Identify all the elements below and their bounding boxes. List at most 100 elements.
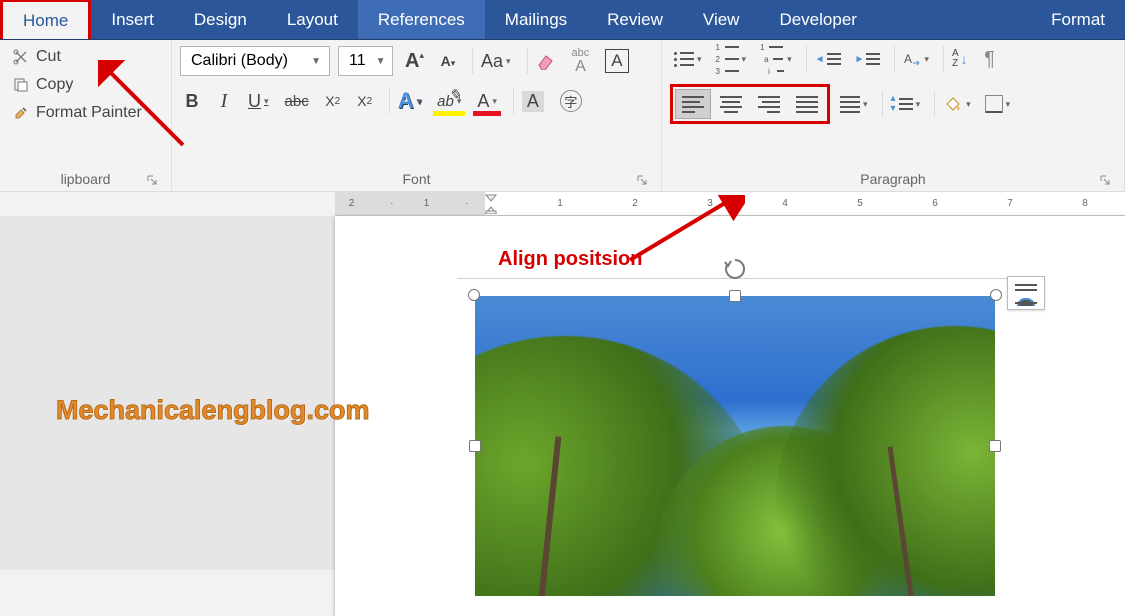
change-case-icon: Aa bbox=[481, 51, 503, 72]
font-launcher-icon[interactable] bbox=[635, 173, 649, 187]
ribbon-tab-strip: Home Insert Design Layout References Mai… bbox=[0, 0, 1125, 40]
resize-handle-t[interactable] bbox=[729, 290, 741, 302]
multilevel-icon: 1 a i bbox=[760, 43, 784, 76]
ruler-5: 5 bbox=[857, 198, 863, 209]
borders-button[interactable] bbox=[981, 91, 1015, 117]
underline-button[interactable]: U bbox=[244, 88, 273, 114]
distributed-icon bbox=[840, 96, 860, 113]
justify-icon bbox=[796, 96, 818, 113]
increase-indent-icon: ► bbox=[855, 53, 881, 65]
align-left-button[interactable] bbox=[675, 89, 711, 119]
line-spacing-button[interactable]: ▴▾ bbox=[882, 91, 925, 117]
page[interactable] bbox=[335, 216, 1125, 616]
bold-button[interactable]: B bbox=[180, 88, 204, 114]
grow-font-button[interactable]: A▴ bbox=[401, 48, 428, 74]
copy-button[interactable]: Copy bbox=[8, 74, 163, 96]
ruler-7: 7 bbox=[1007, 198, 1013, 209]
paintbrush-icon bbox=[12, 104, 30, 122]
resize-handle-r[interactable] bbox=[989, 440, 1001, 452]
tab-references[interactable]: References bbox=[358, 0, 485, 39]
show-marks-button[interactable]: ¶ bbox=[978, 46, 1002, 72]
bullets-button[interactable] bbox=[670, 46, 706, 72]
font-name-combo[interactable]: Calibri (Body) ▼ bbox=[180, 46, 330, 76]
italic-button[interactable]: I bbox=[212, 88, 236, 114]
grow-font-icon: A bbox=[405, 50, 419, 73]
enclose-characters-button[interactable]: 字 bbox=[556, 88, 586, 114]
align-center-button[interactable] bbox=[713, 89, 749, 119]
font-group-label: Font bbox=[180, 169, 653, 189]
resize-handle-tr[interactable] bbox=[990, 289, 1002, 301]
resize-handle-tl[interactable] bbox=[468, 289, 480, 301]
sort-button[interactable]: AZ ↓ bbox=[943, 46, 972, 72]
tab-developer[interactable]: Developer bbox=[759, 0, 877, 39]
text-effects-button[interactable]: A bbox=[389, 88, 425, 114]
resize-handle-l[interactable] bbox=[469, 440, 481, 452]
group-font: Calibri (Body) ▼ 11 ▼ A▴ A▾ Aa abcA bbox=[172, 40, 662, 191]
tab-home[interactable]: Home bbox=[0, 0, 91, 39]
align-right-button[interactable] bbox=[751, 89, 787, 119]
font-size-combo[interactable]: 11 ▼ bbox=[338, 46, 393, 76]
shading-icon: A bbox=[522, 91, 544, 112]
decrease-indent-button[interactable]: ◄ bbox=[806, 46, 845, 72]
paragraph-launcher-icon[interactable] bbox=[1098, 173, 1112, 187]
enclose-icon: 字 bbox=[560, 90, 582, 112]
tab-format[interactable]: Format bbox=[1031, 0, 1125, 39]
ribbon-body: Cut Copy Format Painter lipboard bbox=[0, 40, 1125, 192]
numbering-button[interactable]: 1 2 3 bbox=[712, 46, 751, 72]
cut-button[interactable]: Cut bbox=[8, 46, 163, 68]
font-name-value: Calibri (Body) bbox=[185, 52, 307, 70]
character-border-icon: A bbox=[605, 49, 628, 73]
selected-image[interactable] bbox=[475, 296, 995, 596]
text-direction-icon: A bbox=[903, 50, 921, 68]
group-clipboard: Cut Copy Format Painter lipboard bbox=[0, 40, 172, 191]
tab-design[interactable]: Design bbox=[174, 0, 267, 39]
clear-formatting-button[interactable] bbox=[527, 48, 560, 74]
phonetic-guide-button[interactable]: abcA bbox=[568, 48, 594, 74]
highlight-button[interactable]: ab✎ bbox=[433, 88, 465, 114]
eraser-icon bbox=[536, 52, 556, 70]
format-painter-button[interactable]: Format Painter bbox=[8, 102, 163, 124]
font-color-button[interactable]: A bbox=[473, 88, 501, 114]
highlight-icon: ab✎ bbox=[437, 93, 454, 110]
layout-options-button[interactable] bbox=[1007, 276, 1045, 310]
rotate-handle-icon[interactable] bbox=[722, 256, 748, 287]
watermark-text: Mechanicalengblog.com bbox=[56, 395, 370, 426]
superscript-button[interactable]: X2 bbox=[353, 88, 377, 114]
bucket-icon bbox=[943, 95, 963, 113]
increase-indent-button[interactable]: ► bbox=[851, 46, 885, 72]
bullets-icon bbox=[674, 52, 694, 67]
change-case-button[interactable]: Aa bbox=[472, 48, 515, 74]
annotation-align-label: Align positsion bbox=[498, 248, 642, 271]
group-paragraph: 1 2 3 1 a i ◄ bbox=[662, 40, 1125, 191]
shading-button[interactable] bbox=[934, 91, 975, 117]
character-shading-button[interactable]: A bbox=[513, 88, 548, 114]
indent-marker-icon[interactable] bbox=[485, 194, 497, 212]
chevron-down-icon[interactable]: ▼ bbox=[307, 56, 325, 67]
align-center-icon bbox=[720, 96, 742, 113]
layout-options-icon bbox=[1015, 284, 1037, 302]
tab-layout[interactable]: Layout bbox=[267, 0, 358, 39]
svg-text:A: A bbox=[904, 52, 912, 66]
ruler-neg-1: 1 bbox=[424, 198, 430, 209]
strikethrough-button[interactable]: abc bbox=[281, 88, 313, 114]
tab-view[interactable]: View bbox=[683, 0, 760, 39]
justify-button[interactable] bbox=[789, 89, 825, 119]
ltr-direction-button[interactable]: A bbox=[894, 46, 933, 72]
character-border-button[interactable]: A bbox=[601, 48, 632, 74]
chevron-down-icon[interactable]: ▼ bbox=[372, 56, 390, 67]
shrink-font-button[interactable]: A▾ bbox=[436, 48, 460, 74]
image-content bbox=[475, 296, 995, 596]
tab-insert[interactable]: Insert bbox=[91, 0, 174, 39]
paragraph-group-label: Paragraph bbox=[670, 169, 1116, 189]
clipboard-launcher-icon[interactable] bbox=[145, 173, 159, 187]
tab-review[interactable]: Review bbox=[587, 0, 683, 39]
ruler-1: 1 bbox=[557, 198, 563, 209]
align-left-icon bbox=[682, 96, 704, 113]
horizontal-ruler[interactable]: 2 · 1 · 1 2 3 4 5 6 7 8 9 bbox=[335, 192, 1125, 216]
distributed-button[interactable] bbox=[836, 91, 872, 117]
subscript-button[interactable]: X2 bbox=[321, 88, 345, 114]
align-buttons-highlight bbox=[670, 84, 830, 124]
tab-mailings[interactable]: Mailings bbox=[485, 0, 587, 39]
numbering-icon: 1 2 3 bbox=[716, 43, 739, 76]
multilevel-list-button[interactable]: 1 a i bbox=[756, 46, 796, 72]
